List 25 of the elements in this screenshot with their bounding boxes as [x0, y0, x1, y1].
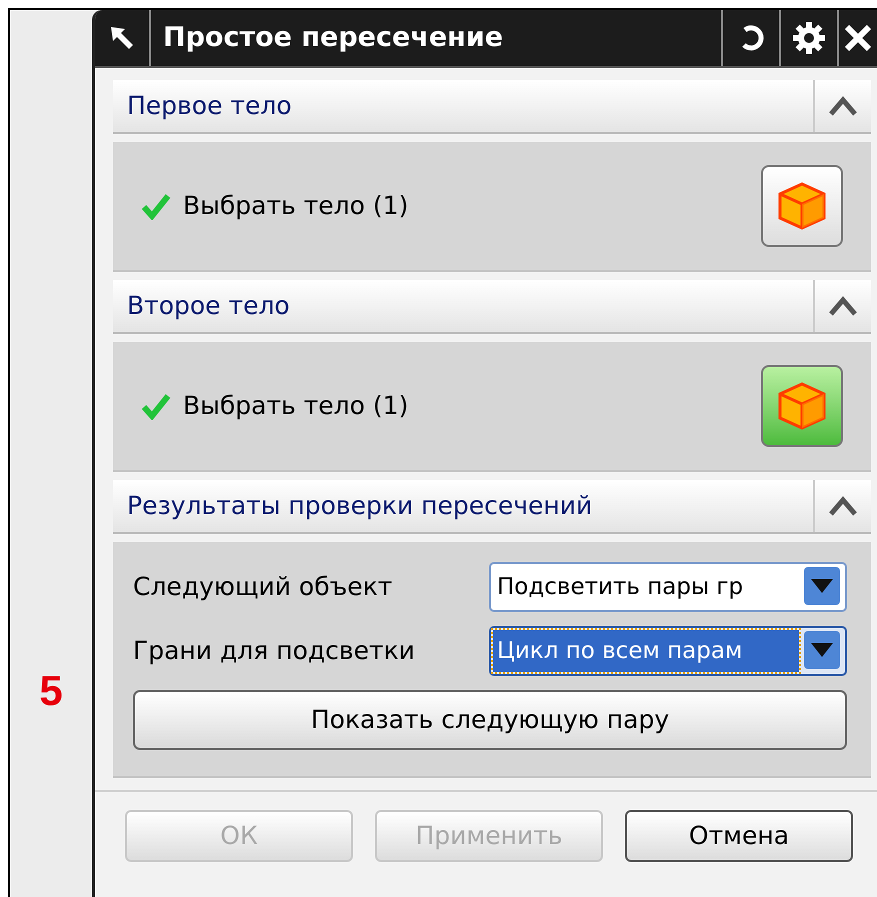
select-body-button[interactable]	[761, 165, 843, 247]
section-title: Результаты проверки пересечений	[126, 490, 594, 522]
section-header[interactable]: Второе тело	[113, 280, 871, 334]
show-next-pair-button[interactable]: Показать следующую пару	[133, 690, 847, 750]
section-header[interactable]: Первое тело	[113, 80, 871, 134]
caret-up-icon[interactable]	[828, 296, 858, 316]
dialog-button[interactable]: Отмена	[625, 810, 853, 862]
figure-number: 5	[39, 666, 63, 716]
settings-icon[interactable]	[792, 21, 826, 55]
section-header[interactable]: Результаты проверки пересечений	[113, 480, 871, 534]
window-title: Простое пересечение	[162, 20, 504, 55]
selection-label: Выбрать тело (1)	[183, 390, 410, 422]
field-label: Грани для подсветки	[133, 635, 416, 668]
section-title: Первое тело	[126, 90, 293, 122]
dropdown-value: Подсветить пары гр	[496, 572, 744, 602]
caret-up-icon[interactable]	[828, 496, 858, 516]
caret-up-icon[interactable]	[828, 96, 858, 116]
dropdown[interactable]: Цикл по всем парам	[489, 626, 847, 676]
close-icon[interactable]	[843, 23, 873, 53]
dropdown-value: Цикл по всем парам	[493, 630, 799, 672]
select-body-button[interactable]	[761, 365, 843, 447]
selection-label: Выбрать тело (1)	[183, 190, 410, 222]
dropdown[interactable]: Подсветить пары гр	[489, 562, 847, 612]
field-label: Следующий объект	[133, 571, 394, 604]
section-title: Второе тело	[126, 290, 291, 322]
